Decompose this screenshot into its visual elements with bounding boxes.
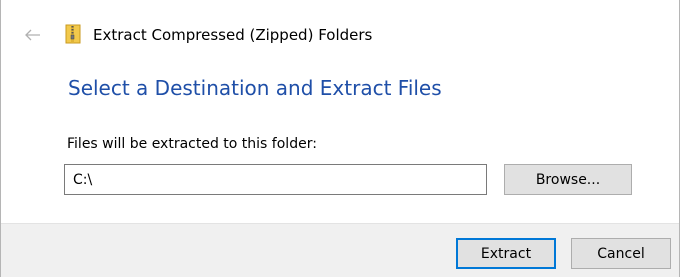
dialog-header: Extract Compressed (Zipped) Folders bbox=[1, 0, 679, 74]
back-arrow-icon bbox=[25, 29, 40, 41]
page-heading: Select a Destination and Extract Files bbox=[68, 76, 442, 100]
dialog-footer: Extract Cancel bbox=[1, 223, 679, 277]
back-button[interactable] bbox=[23, 25, 43, 45]
extract-button[interactable]: Extract bbox=[456, 238, 556, 269]
extract-dialog: Extract Compressed (Zipped) Folders Sele… bbox=[0, 0, 680, 277]
browse-button[interactable]: Browse... bbox=[504, 164, 632, 195]
extract-button-label: Extract bbox=[480, 245, 532, 262]
zip-folder-icon bbox=[65, 24, 81, 44]
cancel-button-label: Cancel bbox=[597, 245, 645, 262]
window-title: Extract Compressed (Zipped) Folders bbox=[93, 26, 373, 44]
destination-path-input[interactable] bbox=[64, 164, 487, 195]
browse-button-label: Browse... bbox=[535, 171, 601, 188]
cancel-button[interactable]: Cancel bbox=[571, 238, 671, 269]
destination-label: Files will be extracted to this folder: bbox=[67, 136, 317, 152]
